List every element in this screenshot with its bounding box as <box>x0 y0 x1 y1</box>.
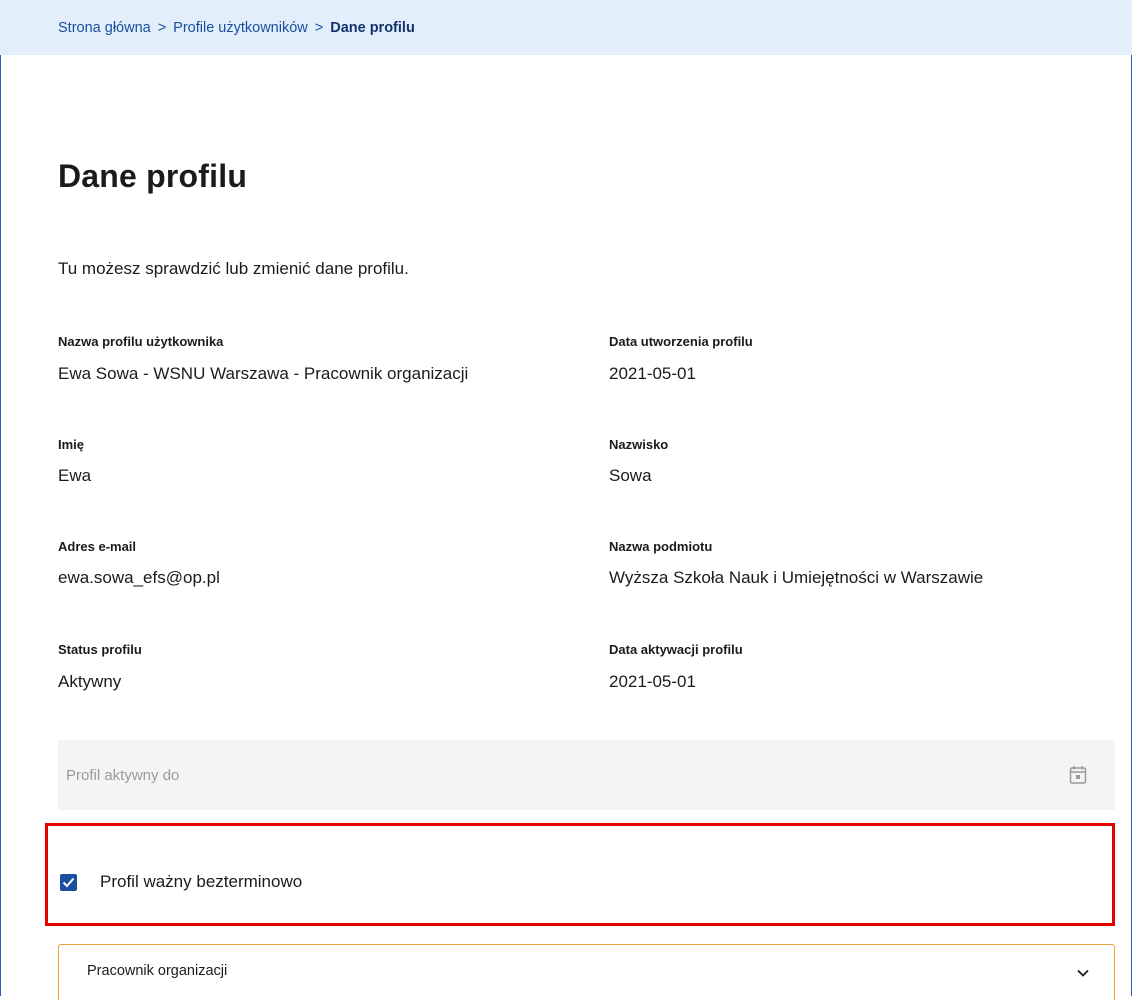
indefinite-checkbox[interactable] <box>60 873 77 891</box>
role-select-value: Pracownik organizacji <box>87 962 228 979</box>
page-title: Dane profilu <box>58 158 248 194</box>
indefinite-checkbox-label: Profil ważny bezterminowo <box>100 872 303 891</box>
created-date-value: 2021-05-01 <box>609 364 696 383</box>
breadcrumb-link-user-profiles[interactable]: Profile użytkowników <box>173 20 308 36</box>
first-name-label: Imię <box>58 437 85 452</box>
email-label: Adres e-mail <box>58 539 137 554</box>
activation-date-value: 2021-05-01 <box>609 672 696 691</box>
check-icon <box>62 877 75 887</box>
role-select[interactable]: Pracownik organizacji <box>58 944 1115 1000</box>
last-name-value: Sowa <box>609 466 652 485</box>
breadcrumb-link-home[interactable]: Strona główna <box>58 20 151 36</box>
indefinite-checkbox-row[interactable]: Profil ważny bezterminowo <box>60 872 302 892</box>
breadcrumb-current: Dane profilu <box>330 19 415 36</box>
profile-name-value: Ewa Sowa - WSNU Warszawa - Pracownik org… <box>58 364 469 383</box>
entity-name-label: Nazwa podmiotu <box>609 539 713 554</box>
status-value: Aktywny <box>58 672 122 691</box>
activation-date-label: Data aktywacji profilu <box>609 642 743 657</box>
breadcrumb: Strona główna > Profile użytkowników > D… <box>0 0 1132 55</box>
active-until-placeholder: Profil aktywny do <box>66 766 180 784</box>
chevron-down-icon <box>1077 969 1089 977</box>
entity-name-value: Wyższa Szkoła Nauk i Umiejętności w Wars… <box>609 568 984 587</box>
created-date-label: Data utworzenia profilu <box>609 334 753 349</box>
last-name-label: Nazwisko <box>609 437 669 452</box>
breadcrumb-separator: > <box>314 19 324 36</box>
email-value: ewa.sowa_efs@op.pl <box>58 568 220 587</box>
page-intro: Tu możesz sprawdzić lub zmienić dane pro… <box>58 259 409 278</box>
active-until-date-input[interactable]: Profil aktywny do <box>58 740 1115 810</box>
profile-name-label: Nazwa profilu użytkownika <box>58 334 224 349</box>
first-name-value: Ewa <box>58 466 92 485</box>
status-label: Status profilu <box>58 642 142 657</box>
breadcrumb-separator: > <box>157 19 167 36</box>
calendar-icon[interactable] <box>1069 765 1087 785</box>
